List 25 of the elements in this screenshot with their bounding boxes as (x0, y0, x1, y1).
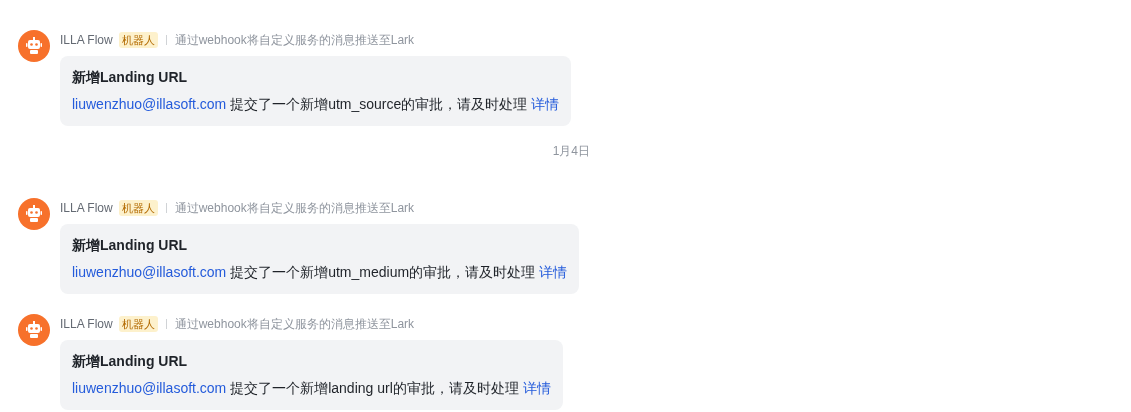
bot-description: 通过webhook将自定义服务的消息推送至Lark (174, 200, 415, 217)
robot-avatar-icon[interactable] (18, 314, 50, 346)
details-link[interactable]: 详情 (539, 264, 567, 280)
sender-name[interactable]: ILLA Flow (60, 31, 113, 49)
bot-tag: 机器人 (118, 32, 158, 48)
message-title: 新增Landing URL (72, 236, 189, 255)
message-text: liuwenzhuo@illasoft.com 提交了一个新增utm_medium的审批，请及时处理 详情 (72, 263, 567, 282)
details-link[interactable]: 详情 (522, 380, 551, 396)
sender-name[interactable]: ILLA Flow (60, 315, 113, 333)
bot-tag: 机器人 (118, 200, 158, 216)
date-separator: 1月4日 (552, 143, 590, 160)
details-link[interactable]: 详情 (531, 96, 560, 112)
message-text: liuwenzhuo@illasoft.com 提交了一个新增landing url的审批，请及时处理 详情 (72, 379, 551, 398)
message-text: liuwenzhuo@illasoft.com 提交了一个新增utm_source的审批，请及时处理 详情 (72, 95, 560, 114)
email-link[interactable]: liuwenzhuo@illasoft.com (72, 380, 227, 396)
sender-name[interactable]: ILLA Flow (60, 199, 113, 217)
bot-tag: 机器人 (118, 316, 158, 332)
robot-avatar-icon[interactable] (18, 198, 50, 230)
message-title: 新增Landing URL (72, 352, 189, 371)
bot-description: 通过webhook将自定义服务的消息推送至Lark (174, 32, 415, 49)
message-title: 新增Landing URL (72, 68, 189, 87)
email-link[interactable]: liuwenzhuo@illasoft.com (72, 264, 227, 280)
email-link[interactable]: liuwenzhuo@illasoft.com (72, 96, 227, 112)
bot-description: 通过webhook将自定义服务的消息推送至Lark (174, 316, 415, 333)
robot-avatar-icon[interactable] (18, 30, 50, 62)
